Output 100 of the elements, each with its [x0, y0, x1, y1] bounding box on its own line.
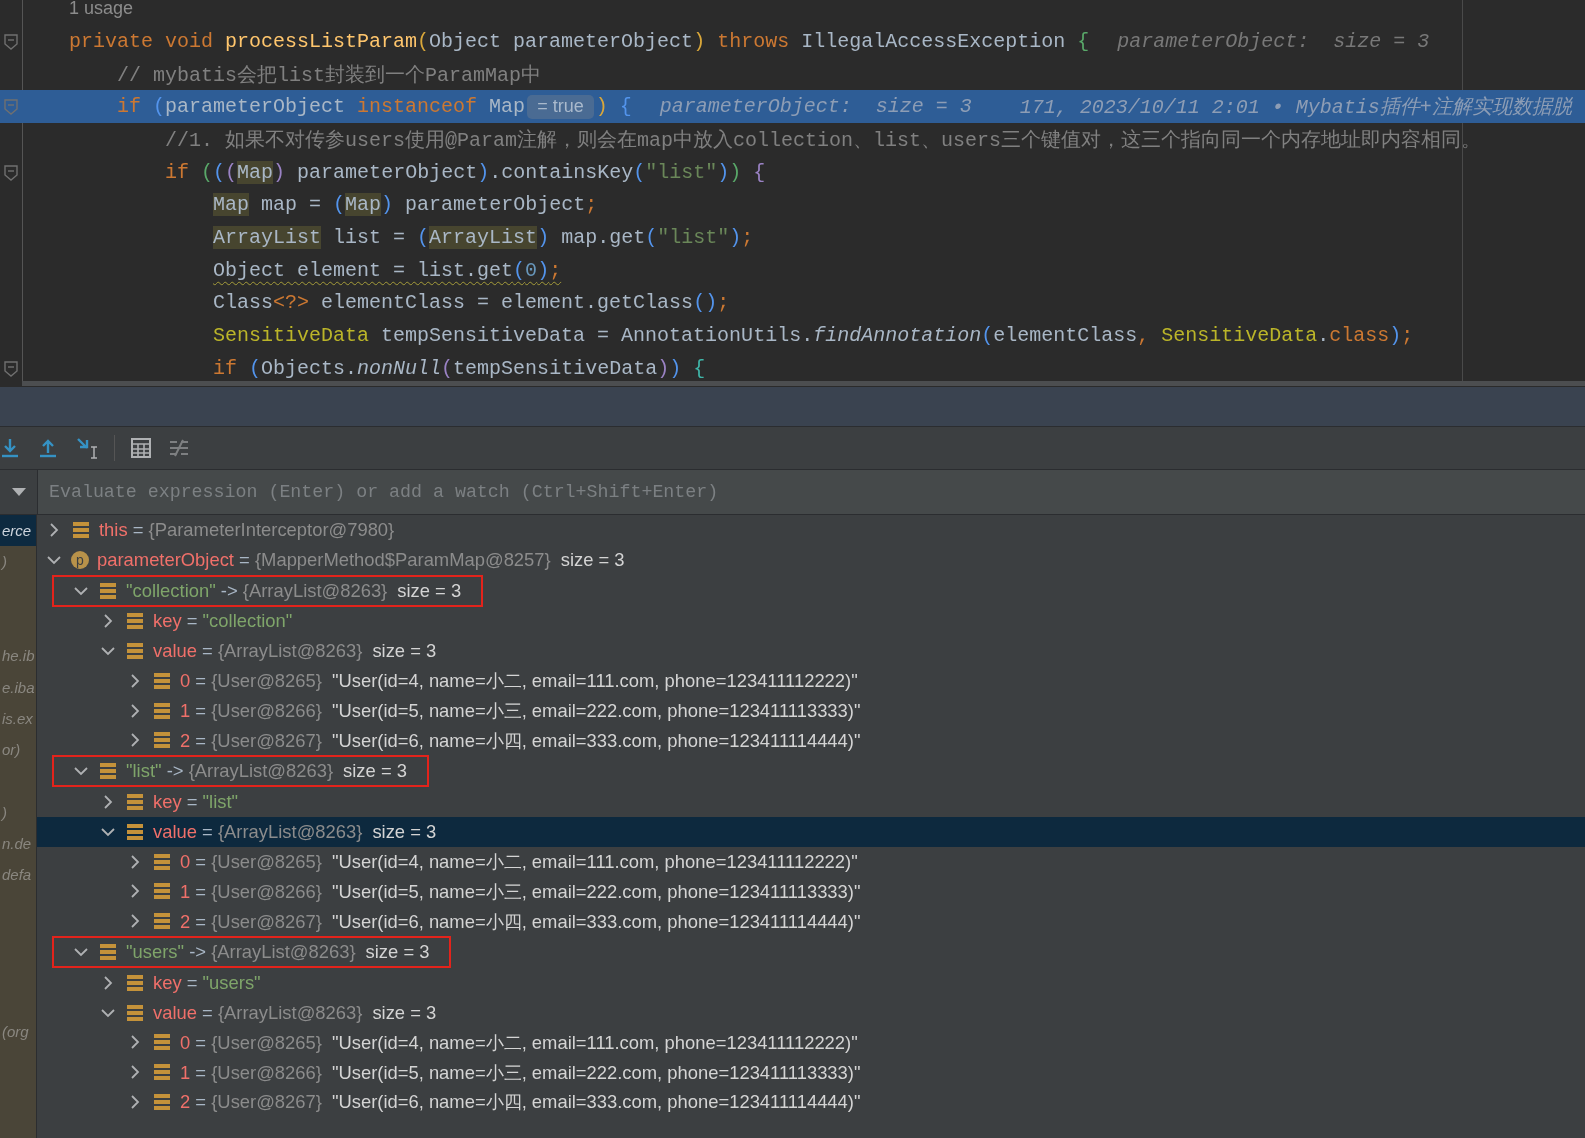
tree-row[interactable]: value = {ArrayList@8263} size = 3: [37, 636, 1585, 666]
variable-text: this = {ParameterInterceptor@7980}: [99, 518, 395, 541]
tree-row[interactable]: 0 = {User@8265} "User(id=4, name=小二, email=111.com, phone=123411112222)": [37, 1027, 1585, 1058]
field-icon: [154, 1064, 170, 1081]
cursor-arrow-icon[interactable]: [76, 437, 100, 459]
field-icon: [127, 823, 143, 840]
variable-text: value = {ArrayList@8263} size = 3: [153, 1001, 437, 1024]
field-icon: [127, 1004, 143, 1021]
code-text: Class<?> elementClass = element.getClass();: [213, 291, 730, 315]
variable-text: value = {ArrayList@8263} size = 3: [153, 640, 437, 663]
step-into-icon[interactable]: [0, 437, 20, 459]
chevron-right-icon[interactable]: [128, 733, 142, 748]
variable-text: 0 = {User@8265} "User(id=4, name=小二, email=111.com, phone=123411112222)": [180, 669, 858, 694]
variable-text: key = "users": [153, 971, 261, 994]
variable-text: key = "collection": [153, 610, 293, 633]
chevron-right-icon[interactable]: [128, 1035, 142, 1050]
variable-text: 2 = {User@8267} "User(id=6, name=小四, email=333.com, phone=123411114444)": [180, 1090, 861, 1115]
chevron-right-icon[interactable]: [128, 1065, 142, 1080]
chevron-right-icon[interactable]: [128, 673, 142, 688]
chevron-right-icon[interactable]: [101, 795, 115, 810]
code-text: Map map = (Map) parameterObject;: [213, 193, 598, 217]
chevron-right-icon[interactable]: [128, 703, 142, 718]
variable-text: "users" -> {ArrayList@8263} size = 3: [126, 941, 430, 963]
tree-row[interactable]: this = {ParameterInterceptor@7980}: [37, 515, 1585, 545]
field-icon: [100, 944, 116, 960]
variable-text: 1 = {User@8266} "User(id=5, name=小三, email=222.com, phone=123411113333)": [180, 699, 861, 724]
chevron-right-icon[interactable]: [47, 522, 61, 537]
variable-text: value = {ArrayList@8263} size = 3: [153, 820, 437, 843]
variable-text: "collection" -> {ArrayList@8263} size = 3: [126, 579, 462, 602]
dropdown-arrow-icon[interactable]: [11, 488, 26, 496]
field-icon: [154, 672, 170, 689]
code-text: if (Objects.nonNull(tempSensitiveData)) {: [213, 356, 706, 380]
tree-row[interactable]: 0 = {User@8265} "User(id=4, name=小二, email=111.com, phone=123411112222)": [37, 846, 1585, 877]
code-text: if (parameterObject instanceof Map: [117, 95, 526, 119]
variable-text: 2 = {User@8267} "User(id=6, name=小四, email=333.com, phone=123411114444)": [180, 728, 861, 753]
tree-row[interactable]: "collection" -> {ArrayList@8263} size = 3: [37, 574, 1585, 607]
chevron-right-icon[interactable]: [128, 884, 142, 899]
field-icon: [154, 883, 170, 900]
variable-text: 1 = {User@8266} "User(id=5, name=小三, email=222.com, phone=123411113333)": [180, 879, 861, 904]
usage-count[interactable]: 1 usage: [0, 0, 1585, 25]
chevron-right-icon[interactable]: [128, 1094, 142, 1109]
inlay-hint: parameterObject: size = 3: [659, 95, 972, 119]
field-icon: [127, 643, 143, 660]
tree-row[interactable]: 2 = {User@8267} "User(id=6, name=小四, email=333.com, phone=123411114444)": [37, 906, 1585, 936]
tree-row[interactable]: p parameterObject = {MapperMethod$ParamMap@8257} size = 3: [37, 544, 1585, 575]
step-out-icon[interactable]: [38, 437, 58, 459]
fold-icon[interactable]: [4, 164, 18, 181]
parameter-icon: p: [71, 550, 89, 569]
tree-row[interactable]: 2 = {User@8267} "User(id=6, name=小四, email=333.com, phone=123411114444)": [37, 1087, 1585, 1117]
code-text: if (((Map) parameterObject).containsKey("list")) {: [165, 160, 766, 184]
blame-annotation: 171, 2023/10/11 2:01 • Mybatis插件+注解实现数据脱: [1019, 95, 1572, 121]
fold-icon[interactable]: [4, 34, 18, 50]
tree-row[interactable]: "list" -> {ArrayList@8263} size = 3: [37, 755, 1585, 788]
chevron-down-icon[interactable]: [74, 945, 88, 959]
field-icon: [154, 732, 170, 749]
field-icon: [73, 521, 89, 538]
code-text: SensitiveData tempSensitiveData = AnnotationUtils.findAnnotation(elementClass, SensitiveData.class);: [213, 324, 1414, 348]
field-icon: [127, 974, 143, 991]
tree-row[interactable]: 1 = {User@8266} "User(id=5, name=小三, email=222.com, phone=123411113333)": [37, 876, 1585, 907]
calculator-icon[interactable]: [131, 438, 151, 458]
field-icon: [154, 1093, 170, 1110]
chevron-right-icon[interactable]: [128, 854, 142, 869]
chevron-right-icon[interactable]: [101, 614, 115, 629]
code-text: ArrayList list = (ArrayList) map.get("list");: [213, 225, 754, 249]
tree-row[interactable]: key = "list": [37, 787, 1585, 817]
tree-row[interactable]: key = "collection": [37, 606, 1585, 637]
field-icon: [127, 613, 143, 630]
stack-frame[interactable]: erce: [0, 515, 36, 547]
variable-text: key = "list": [153, 791, 239, 814]
field-icon: [127, 794, 143, 811]
tree-row[interactable]: "users" -> {ArrayList@8263} size = 3: [37, 936, 1585, 968]
chevron-right-icon[interactable]: [101, 975, 115, 990]
code-text: Object element = list.get(0);: [213, 258, 562, 282]
variable-text: parameterObject = {MapperMethod$ParamMap@8257} size = 3: [97, 548, 625, 571]
evaluate-expression-field[interactable]: Evaluate expression (Enter) or add a watch (Ctrl+Shift+Enter): [38, 470, 1585, 514]
field-icon: [154, 913, 170, 930]
variable-text: 2 = {User@8267} "User(id=6, name=小四, email=333.com, phone=123411114444)": [180, 909, 861, 934]
tree-row[interactable]: value = {ArrayList@8263} size = 3: [37, 817, 1585, 847]
chevron-right-icon[interactable]: [128, 914, 142, 929]
variable-text: 0 = {User@8265} "User(id=4, name=小二, email=111.com, phone=123411112222)": [180, 1030, 858, 1055]
field-icon: [154, 1034, 170, 1051]
trace-icon[interactable]: [169, 439, 189, 457]
inlay-hint: parameterObject: size = 3: [1117, 29, 1430, 53]
variable-text: 0 = {User@8265} "User(id=4, name=小二, email=111.com, phone=123411112222)": [180, 850, 858, 875]
inline-value: = true: [527, 94, 594, 119]
tree-row[interactable]: value = {ArrayList@8263} size = 3: [37, 997, 1585, 1028]
tree-row[interactable]: 1 = {User@8266} "User(id=5, name=小三, email=222.com, phone=123411113333)": [37, 695, 1585, 726]
code-text: // mybatis会把list封装到一个ParamMap中: [117, 62, 542, 88]
field-icon: [100, 582, 116, 599]
variable-text: "list" -> {ArrayList@8263} size = 3: [126, 760, 407, 783]
code-text: private void processListParam(Object parameterObject) throws IllegalAccessException {: [69, 29, 1090, 53]
tree-row[interactable]: 2 = {User@8267} "User(id=6, name=小四, email=333.com, phone=123411114444)": [37, 725, 1585, 756]
fold-icon[interactable]: [4, 360, 18, 377]
variable-text: 1 = {User@8266} "User(id=5, name=小三, email=222.com, phone=123411113333)": [180, 1060, 861, 1085]
horizontal-scrollbar[interactable]: [22, 381, 1585, 386]
tree-row[interactable]: key = "users": [37, 968, 1585, 998]
tree-row[interactable]: 0 = {User@8265} "User(id=4, name=小二, email=111.com, phone=123411112222)": [37, 666, 1585, 696]
field-icon: [154, 853, 170, 870]
tree-row[interactable]: 1 = {User@8266} "User(id=5, name=小三, email=222.com, phone=123411113333)": [37, 1057, 1585, 1087]
field-icon: [154, 702, 170, 719]
